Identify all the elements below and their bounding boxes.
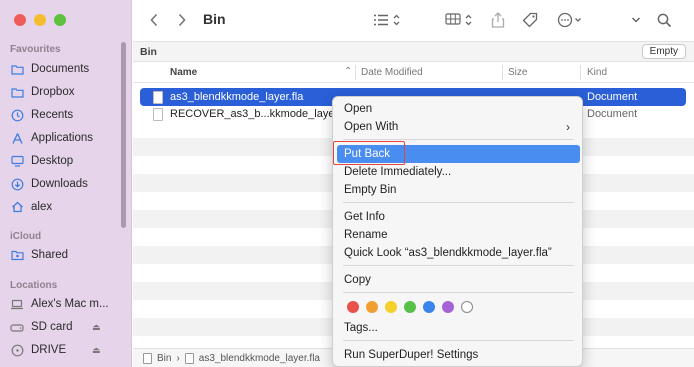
applications-icon: [10, 131, 24, 145]
tag-color-row: [347, 301, 473, 313]
document-icon: [184, 353, 194, 364]
folder-icon: [10, 62, 24, 76]
sidebar-section-icloud: iCloud: [10, 231, 42, 242]
chevron-down-icon: [631, 17, 641, 23]
file-kind: Document: [587, 91, 638, 103]
search-button[interactable]: [657, 10, 672, 30]
menu-item-get-info[interactable]: Get Info: [337, 208, 580, 226]
tag-red[interactable]: [347, 301, 359, 313]
menu-item-empty-bin[interactable]: Empty Bin: [337, 181, 580, 199]
tag-orange[interactable]: [366, 301, 378, 313]
document-icon: [153, 90, 163, 104]
sidebar-item-drive[interactable]: DRIVE ⏏: [10, 341, 101, 359]
tag-green[interactable]: [404, 301, 416, 313]
column-header: Name ⌃ Date Modified Size Kind: [133, 62, 694, 83]
sidebar-item-documents[interactable]: Documents: [10, 60, 89, 78]
column-kind[interactable]: Kind: [587, 67, 607, 78]
eject-icon[interactable]: ⏏: [92, 345, 101, 356]
menu-item-open[interactable]: Open: [337, 100, 580, 118]
home-icon: [10, 200, 24, 214]
minimize-window-button[interactable]: [34, 14, 46, 26]
sidebar-item-recents[interactable]: Recents: [10, 106, 73, 124]
grid-icon: [445, 13, 472, 26]
drive-icon: [10, 320, 24, 334]
sidebar-item-dropbox[interactable]: Dropbox: [10, 83, 74, 101]
sidebar-section-locations: Locations: [10, 280, 58, 291]
list-view-icon: [374, 14, 400, 26]
menu-item-rename[interactable]: Rename: [337, 226, 580, 244]
tag-button[interactable]: [522, 10, 538, 30]
sidebar-item-mac[interactable]: Alex's Mac m...: [10, 295, 109, 313]
clock-icon: [10, 108, 24, 122]
path-bin[interactable]: Bin: [157, 353, 171, 364]
tag-none[interactable]: [461, 301, 473, 313]
desktop-icon: [10, 154, 24, 168]
view-options-button[interactable]: [373, 10, 403, 30]
window-controls: [14, 14, 66, 26]
menu-item-run-superduper[interactable]: Run SuperDuper! Settings: [337, 346, 580, 364]
chevron-left-icon: [150, 13, 158, 27]
more-toolbar-button[interactable]: [631, 10, 641, 30]
menu-item-delete-immediately[interactable]: Delete Immediately...: [337, 163, 580, 181]
share-button[interactable]: [491, 10, 505, 30]
sidebar: Favourites Documents Dropbox Recents App…: [0, 0, 132, 367]
sidebar-section-favourites: Favourites: [10, 44, 61, 55]
download-icon: [10, 177, 24, 191]
sidebar-item-alex[interactable]: alex: [10, 198, 52, 216]
share-icon: [491, 12, 505, 28]
tag-yellow[interactable]: [385, 301, 397, 313]
tag-icon: [522, 12, 538, 28]
column-name[interactable]: Name: [170, 67, 197, 78]
menu-item-copy[interactable]: Copy: [337, 271, 580, 289]
menu-item-quick-look[interactable]: Quick Look “as3_blendkkmode_layer.fla”: [337, 244, 580, 262]
sidebar-item-downloads[interactable]: Downloads: [10, 175, 88, 193]
column-size[interactable]: Size: [508, 67, 527, 78]
forward-button[interactable]: [177, 10, 187, 30]
file-name: as3_blendkkmode_layer.fla: [170, 91, 304, 103]
tag-blue[interactable]: [423, 301, 435, 313]
sidebar-scrollbar[interactable]: [121, 42, 126, 228]
file-kind: Document: [587, 108, 638, 120]
sort-chevron-up-icon: ⌃: [344, 66, 353, 77]
location-label: Bin: [140, 46, 157, 58]
menu-item-tags[interactable]: Tags...: [337, 319, 580, 337]
action-menu-button[interactable]: [557, 10, 585, 30]
window-title: Bin: [203, 11, 226, 27]
document-icon: [153, 107, 163, 121]
search-icon: [657, 13, 672, 27]
sidebar-item-sd-card[interactable]: SD card ⏏: [10, 318, 101, 336]
path-header: Bin Empty: [133, 41, 694, 62]
tag-purple[interactable]: [442, 301, 454, 313]
shared-icon: [10, 248, 24, 262]
eject-icon[interactable]: ⏏: [92, 322, 101, 333]
empty-bin-button[interactable]: Empty: [641, 44, 686, 59]
chevron-right-icon: [178, 13, 186, 27]
bin-icon: [143, 353, 152, 364]
highlight-annotation: [333, 141, 405, 165]
toolbar: Bin: [133, 0, 694, 40]
sidebar-item-shared[interactable]: Shared: [10, 246, 68, 264]
column-date-modified[interactable]: Date Modified: [361, 67, 423, 78]
menu-item-open-with[interactable]: Open With ›: [337, 118, 580, 136]
context-menu: Open Open With › Put Back Delete Immedia…: [332, 96, 583, 367]
sidebar-item-applications[interactable]: Applications: [10, 129, 93, 147]
group-button[interactable]: [445, 10, 475, 30]
path-file[interactable]: as3_blendkkmode_layer.fla: [199, 353, 320, 364]
file-name: RECOVER_as3_b...kkmode_layer: [170, 108, 339, 120]
close-window-button[interactable]: [14, 14, 26, 26]
sidebar-item-desktop[interactable]: Desktop: [10, 152, 73, 170]
chevron-right-icon: ›: [566, 120, 570, 134]
back-button[interactable]: [149, 10, 159, 30]
folder-icon: [10, 85, 24, 99]
laptop-icon: [10, 297, 24, 311]
ellipsis-circle-icon: [557, 12, 581, 28]
path-separator-icon: ›: [176, 353, 180, 364]
drive-icon: [10, 343, 24, 357]
zoom-window-button[interactable]: [54, 14, 66, 26]
